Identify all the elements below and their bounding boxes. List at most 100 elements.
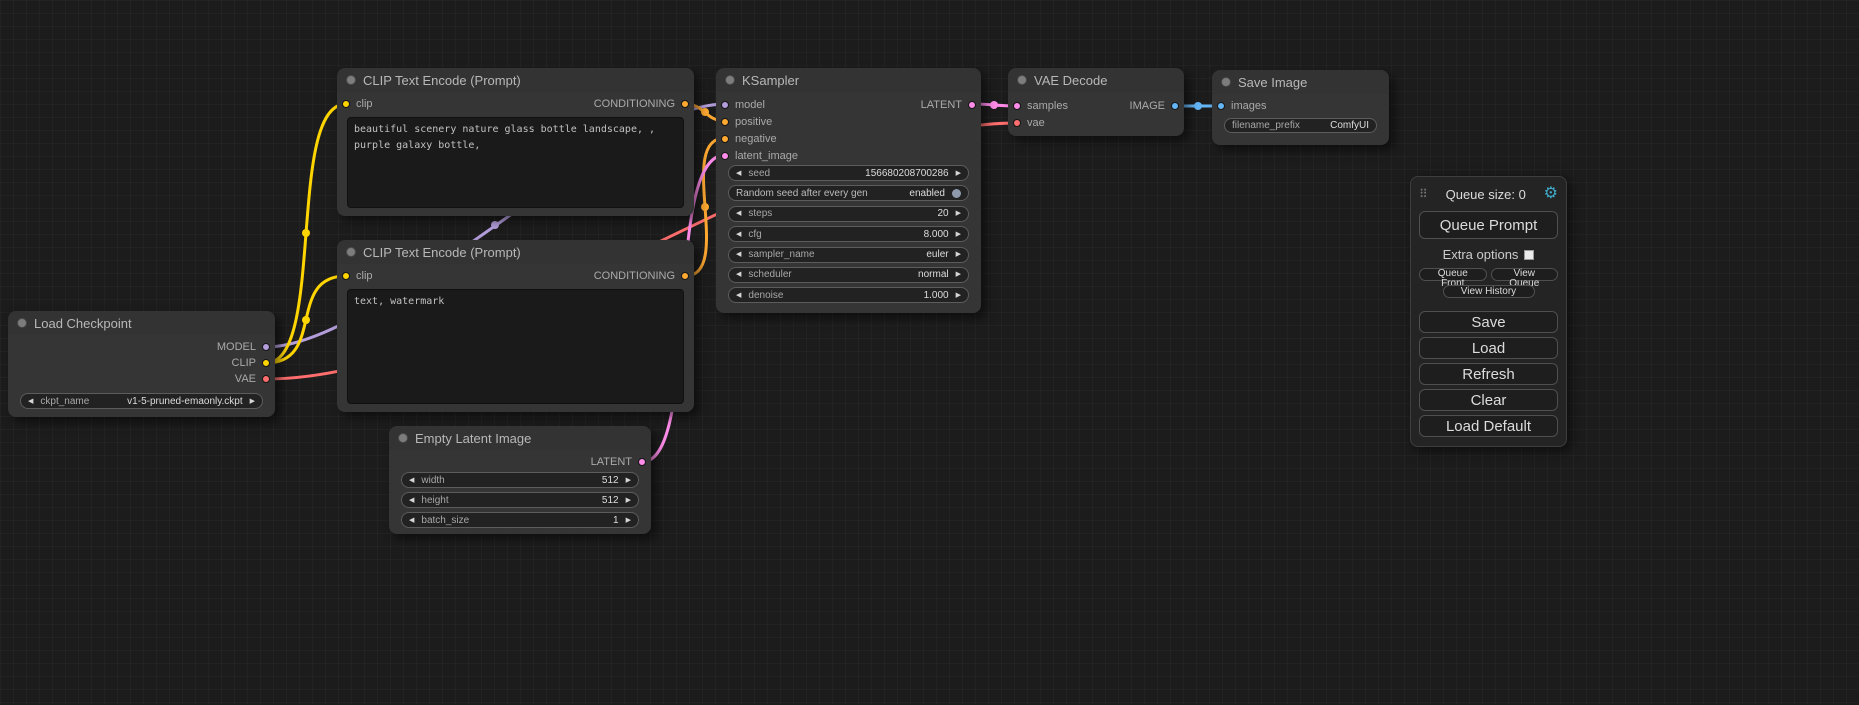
node-vae-decode[interactable]: VAE Decode samples IMAGE vae: [1008, 68, 1184, 136]
save-button[interactable]: Save: [1419, 311, 1558, 333]
node-canvas[interactable]: Load Checkpoint MODEL CLIP VAE: [0, 0, 1859, 705]
input-slot-samples-dot[interactable]: [1013, 102, 1021, 110]
increment-arrow-icon[interactable]: ▶: [956, 292, 961, 299]
collapse-dot-icon[interactable]: [346, 75, 356, 85]
node-title-bar[interactable]: VAE Decode: [1008, 68, 1184, 92]
slot-row: clip CONDITIONING: [337, 96, 694, 112]
decrement-arrow-icon[interactable]: ◀: [736, 292, 741, 299]
decrement-arrow-icon[interactable]: ◀: [409, 497, 414, 504]
widget-width[interactable]: ◀ width 512 ▶: [401, 472, 639, 488]
node-title-bar[interactable]: Empty Latent Image: [389, 426, 651, 450]
queue-panel: ⠿ Queue size: 0 ⚙ Queue Prompt Extra opt…: [1410, 176, 1567, 447]
load-button[interactable]: Load: [1419, 337, 1558, 359]
node-empty-latent-image[interactable]: Empty Latent Image LATENT ◀ width 512 ▶ …: [389, 426, 651, 534]
collapse-dot-icon[interactable]: [725, 75, 735, 85]
increment-arrow-icon[interactable]: ▶: [250, 398, 255, 405]
output-slot-vae-label: VAE: [235, 373, 256, 385]
increment-arrow-icon[interactable]: ▶: [956, 271, 961, 278]
node-clip-text-encode-negative[interactable]: CLIP Text Encode (Prompt) clip CONDITION…: [337, 240, 694, 412]
widget-name: seed: [748, 168, 770, 179]
wire-midpoint-dot: [701, 108, 709, 116]
decrement-arrow-icon[interactable]: ◀: [28, 398, 33, 405]
node-title: Empty Latent Image: [415, 431, 531, 446]
node-title-bar[interactable]: Save Image: [1212, 70, 1389, 94]
node-title-bar[interactable]: Load Checkpoint: [8, 311, 275, 335]
increment-arrow-icon[interactable]: ▶: [626, 477, 631, 484]
view-queue-button[interactable]: View Queue: [1491, 268, 1559, 281]
decrement-arrow-icon[interactable]: ◀: [736, 251, 741, 258]
increment-arrow-icon[interactable]: ▶: [626, 497, 631, 504]
prompt-textarea[interactable]: text, watermark: [347, 289, 684, 404]
drag-handle-icon[interactable]: ⠿: [1419, 187, 1428, 201]
widget-steps[interactable]: ◀ steps 20 ▶: [728, 206, 969, 222]
wire-midpoint-dot: [302, 229, 310, 237]
widget-seed[interactable]: ◀ seed 156680208700286 ▶: [728, 165, 969, 181]
increment-arrow-icon[interactable]: ▶: [956, 170, 961, 177]
output-slot-latent-dot[interactable]: [638, 458, 646, 466]
node-load-checkpoint[interactable]: Load Checkpoint MODEL CLIP VAE: [8, 311, 275, 417]
output-slot-vae-dot[interactable]: [262, 375, 270, 383]
decrement-arrow-icon[interactable]: ◀: [736, 231, 741, 238]
output-slot-latent-dot[interactable]: [968, 101, 976, 109]
widget-height[interactable]: ◀ height 512 ▶: [401, 492, 639, 508]
input-slot-negative-dot[interactable]: [721, 135, 729, 143]
collapse-dot-icon[interactable]: [1221, 77, 1231, 87]
decrement-arrow-icon[interactable]: ◀: [736, 210, 741, 217]
output-slot-clip-dot[interactable]: [262, 359, 270, 367]
widget-ckpt-name[interactable]: ◀ ckpt_name v1-5-pruned-emaonly.ckpt ▶: [20, 393, 263, 409]
output-slot-conditioning-label: CONDITIONING: [594, 270, 675, 282]
widget-sampler-name[interactable]: ◀ sampler_name euler ▶: [728, 247, 969, 263]
output-slot-model-dot[interactable]: [262, 343, 270, 351]
widget-cfg[interactable]: ◀ cfg 8.000 ▶: [728, 226, 969, 242]
increment-arrow-icon[interactable]: ▶: [956, 251, 961, 258]
output-slot-model-label: MODEL: [217, 341, 256, 353]
collapse-dot-icon[interactable]: [17, 318, 27, 328]
input-slot-images-dot[interactable]: [1217, 102, 1225, 110]
queue-front-button[interactable]: Queue Front: [1419, 268, 1487, 281]
node-clip-text-encode-positive[interactable]: CLIP Text Encode (Prompt) clip CONDITION…: [337, 68, 694, 216]
output-slot-image-dot[interactable]: [1171, 102, 1179, 110]
output-slot-conditioning-dot[interactable]: [681, 272, 689, 280]
input-slot-clip-dot[interactable]: [342, 272, 350, 280]
queue-prompt-button[interactable]: Queue Prompt: [1419, 211, 1558, 239]
widget-value: enabled: [909, 188, 945, 199]
widget-scheduler[interactable]: ◀ scheduler normal ▶: [728, 267, 969, 283]
load-default-button[interactable]: Load Default: [1419, 415, 1558, 437]
output-slot-latent-label: LATENT: [591, 456, 632, 468]
widget-denoise[interactable]: ◀ denoise 1.000 ▶: [728, 287, 969, 303]
node-title-bar[interactable]: CLIP Text Encode (Prompt): [337, 240, 694, 264]
increment-arrow-icon[interactable]: ▶: [626, 517, 631, 524]
input-slot-latent-image-dot[interactable]: [721, 152, 729, 160]
extra-options-checkbox[interactable]: [1524, 250, 1534, 260]
collapse-dot-icon[interactable]: [1017, 75, 1027, 85]
prompt-textarea[interactable]: beautiful scenery nature glass bottle la…: [347, 117, 684, 208]
settings-gear-icon[interactable]: ⚙: [1544, 186, 1558, 202]
widget-filename-prefix[interactable]: filename_prefix ComfyUI: [1224, 118, 1377, 133]
collapse-dot-icon[interactable]: [346, 247, 356, 257]
decrement-arrow-icon[interactable]: ◀: [736, 170, 741, 177]
collapse-dot-icon[interactable]: [398, 433, 408, 443]
increment-arrow-icon[interactable]: ▶: [956, 210, 961, 217]
toggle-indicator-icon[interactable]: [952, 189, 961, 198]
decrement-arrow-icon[interactable]: ◀: [409, 477, 414, 484]
input-slot-positive-dot[interactable]: [721, 118, 729, 126]
view-history-button[interactable]: View History: [1443, 285, 1535, 298]
widget-name: denoise: [748, 290, 783, 301]
wire-midpoint-dot: [1194, 102, 1202, 110]
refresh-button[interactable]: Refresh: [1419, 363, 1558, 385]
decrement-arrow-icon[interactable]: ◀: [736, 271, 741, 278]
output-slot-conditioning-dot[interactable]: [681, 100, 689, 108]
node-title-bar[interactable]: CLIP Text Encode (Prompt): [337, 68, 694, 92]
widget-random-seed-toggle[interactable]: Random seed after every gen enabled: [728, 185, 969, 201]
clear-button[interactable]: Clear: [1419, 389, 1558, 411]
decrement-arrow-icon[interactable]: ◀: [409, 517, 414, 524]
node-ksampler[interactable]: KSampler model LATENT positive: [716, 68, 981, 313]
increment-arrow-icon[interactable]: ▶: [956, 231, 961, 238]
widget-batch-size[interactable]: ◀ batch_size 1 ▶: [401, 512, 639, 528]
input-slot-vae-dot[interactable]: [1013, 119, 1021, 127]
node-title-bar[interactable]: KSampler: [716, 68, 981, 92]
input-slot-model-dot[interactable]: [721, 101, 729, 109]
node-save-image[interactable]: Save Image images filename_prefix ComfyU…: [1212, 70, 1389, 145]
input-slot-clip-dot[interactable]: [342, 100, 350, 108]
widget-value: 8.000: [924, 229, 949, 240]
